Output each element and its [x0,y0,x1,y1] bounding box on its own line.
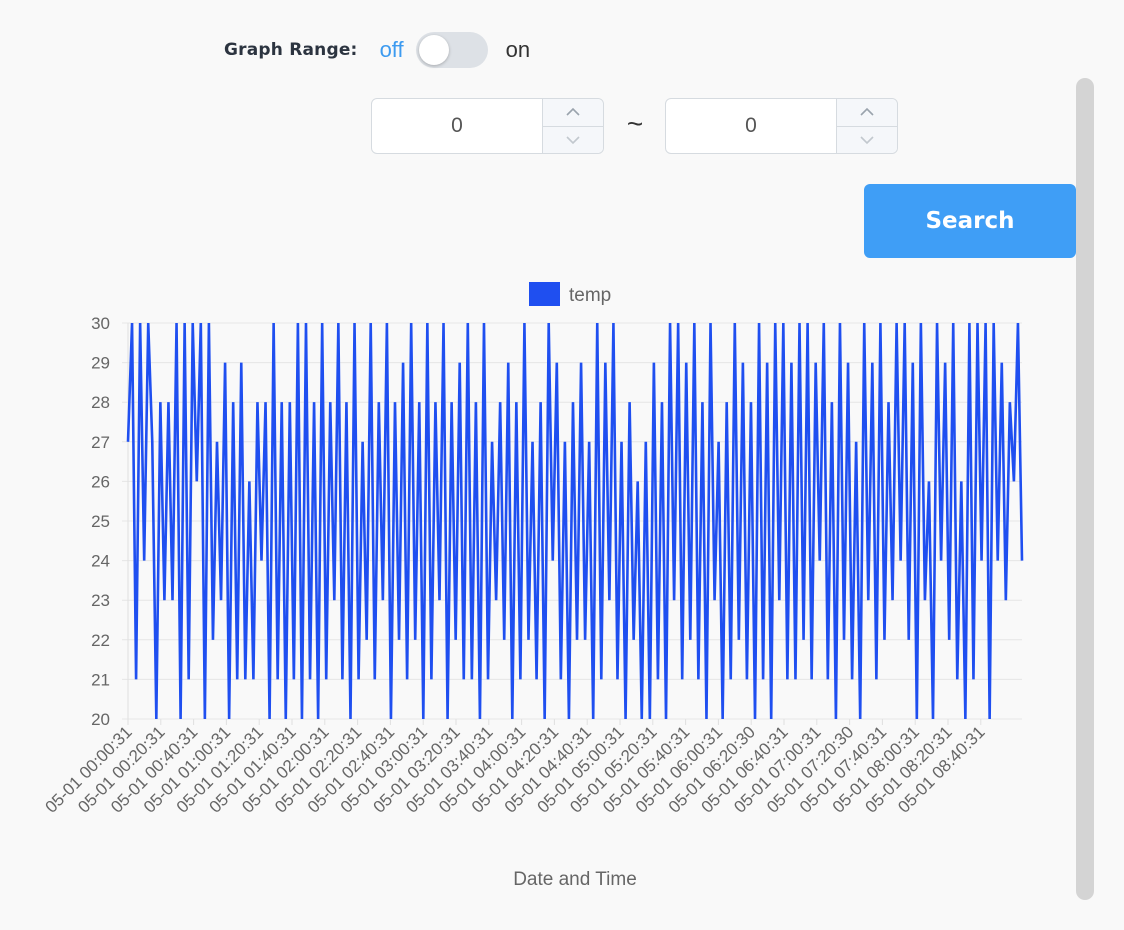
y-tick-label: 25 [91,512,110,531]
search-button[interactable]: Search [864,184,1076,258]
y-tick-label: 20 [91,710,110,729]
y-tick-label: 23 [91,591,110,610]
range-to-increment-button[interactable] [837,99,897,127]
chart-legend[interactable]: temp [529,282,611,306]
range-from-increment-button[interactable] [543,99,603,127]
range-to-decrement-button[interactable] [837,127,897,154]
y-tick-label: 27 [91,433,110,452]
graph-range-toggle[interactable] [415,32,488,68]
range-from-decrement-button[interactable] [543,127,603,154]
chevron-up-icon [860,108,874,116]
range-to-stepper [836,99,897,153]
chevron-up-icon [566,108,580,116]
range-from-input[interactable]: 0 [371,98,604,154]
range-to-value[interactable]: 0 [666,99,836,153]
chevron-down-icon [860,136,874,144]
graph-range-row: Graph Range: off on [224,30,530,70]
y-tick-label: 30 [91,314,110,333]
legend-swatch-temp [529,282,560,306]
y-tick-label: 21 [91,670,110,689]
x-axis-title: Date and Time [513,869,637,890]
legend-label-temp: temp [569,285,611,306]
graph-range-label: Graph Range: [224,40,358,60]
y-tick-label: 29 [91,354,110,373]
y-tick-label: 22 [91,631,110,650]
y-tick-label: 24 [91,552,110,571]
y-axis-ticks: 20 21 22 23 24 25 26 27 28 29 30 [91,314,110,729]
y-tick-label: 26 [91,472,110,491]
range-from-value[interactable]: 0 [372,99,542,153]
x-axis-ticks: 05-01 00:00:3105-01 00:20:3105-01 00:40:… [42,719,989,817]
scrollbar[interactable] [1076,78,1094,900]
range-from-stepper [542,99,603,153]
chevron-down-icon [566,136,580,144]
graph-range-on-label[interactable]: on [506,37,530,63]
toggle-knob [418,35,449,65]
y-tick-label: 28 [91,393,110,412]
graph-range-off-label[interactable]: off [380,37,404,63]
temperature-line-chart: 20 21 22 23 24 25 26 27 28 29 30 05-01 00:00:3105-… [42,282,1024,890]
range-separator: ~ [626,108,644,139]
range-to-input[interactable]: 0 [665,98,898,154]
